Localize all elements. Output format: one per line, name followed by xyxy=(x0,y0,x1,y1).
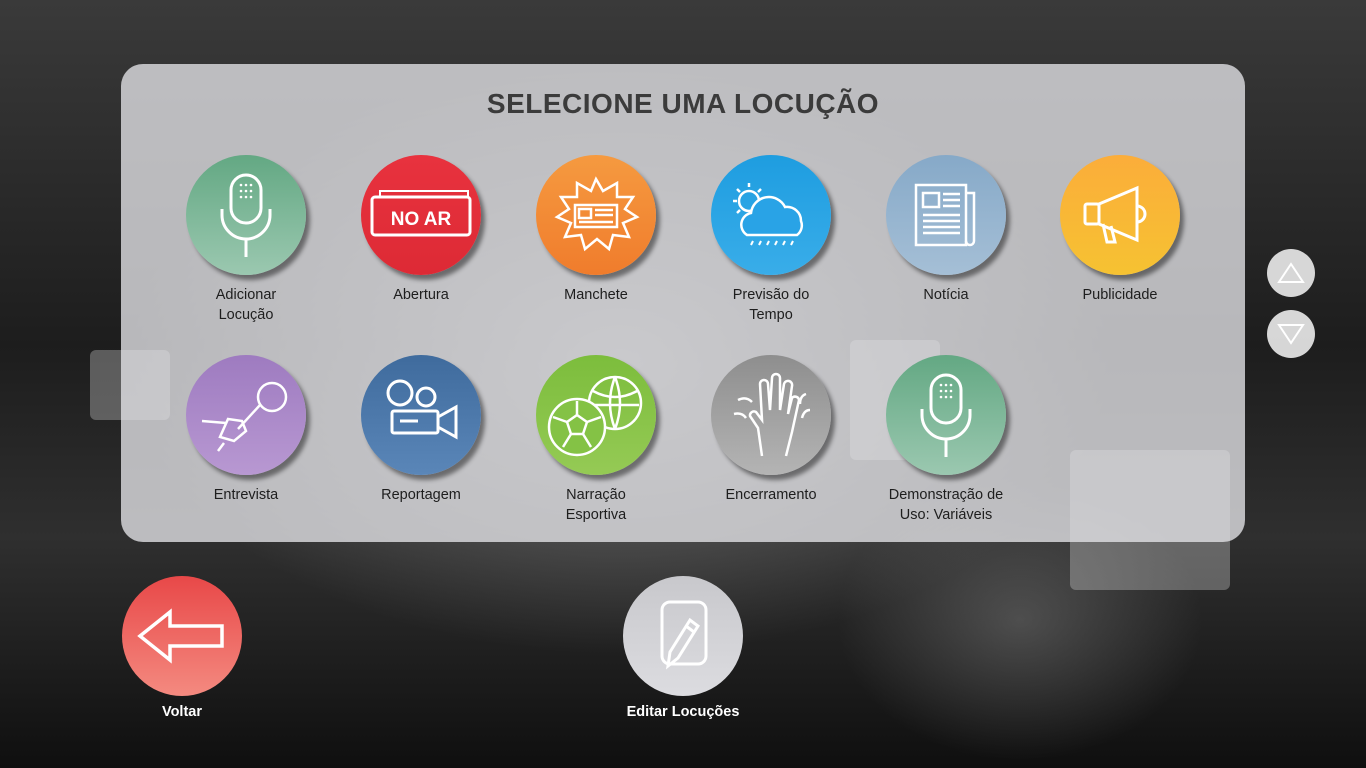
video-camera-icon xyxy=(361,355,481,475)
tile-noticia[interactable]: Notícia xyxy=(858,155,1034,305)
back-button-label: Voltar xyxy=(161,704,203,720)
tile-previsao-do-tempo[interactable]: Previsão do Tempo xyxy=(683,155,859,325)
scroll-down-button[interactable] xyxy=(1267,310,1315,358)
edit-locucoes-label: Editar Locuções xyxy=(626,704,740,720)
sports-balls-icon xyxy=(536,355,656,475)
tile-label: Publicidade xyxy=(1082,287,1158,303)
tile-encerramento[interactable]: Encerramento xyxy=(683,355,859,505)
tile-label: Entrevista xyxy=(213,487,279,503)
tile-abertura[interactable]: NO AR Abertura xyxy=(333,155,509,305)
microphone-icon xyxy=(186,155,306,275)
megaphone-icon xyxy=(1060,155,1180,275)
tile-label: Reportagem xyxy=(381,487,461,503)
tile-label: Adicionar Locução xyxy=(215,287,277,323)
tile-demonstracao-de-uso[interactable]: Demonstração de Uso: Variáveis xyxy=(858,355,1034,525)
triangle-down-icon xyxy=(1277,324,1305,345)
on-air-sign-icon: NO AR xyxy=(361,155,481,275)
scroll-up-button[interactable] xyxy=(1267,249,1315,297)
on-air-text: NO AR xyxy=(391,209,452,230)
tile-label: Notícia xyxy=(923,287,969,303)
headline-burst-icon xyxy=(536,155,656,275)
tile-manchete[interactable]: Manchete xyxy=(508,155,684,305)
tile-label: Manchete xyxy=(564,287,628,303)
weather-cloud-icon xyxy=(711,155,831,275)
interview-mic-icon xyxy=(186,355,306,475)
tile-publicidade[interactable]: Publicidade xyxy=(1032,155,1208,305)
waving-hand-icon xyxy=(711,355,831,475)
tile-adicionar-locucao[interactable]: Adicionar Locução xyxy=(158,155,334,325)
triangle-up-icon xyxy=(1277,262,1305,283)
tile-label: Encerramento xyxy=(725,487,817,503)
tile-label: Previsão do Tempo xyxy=(732,287,810,323)
newspaper-icon xyxy=(886,155,1006,275)
microphone-icon xyxy=(886,355,1006,475)
tile-label: Demonstração de Uso: Variáveis xyxy=(888,487,1004,523)
back-button[interactable]: Voltar xyxy=(82,576,282,720)
arrow-left-icon xyxy=(122,576,242,696)
edit-locucoes-button[interactable]: Editar Locuções xyxy=(583,576,783,720)
page-title: SELECIONE UMA LOCUÇÃO xyxy=(486,88,880,119)
tile-narracao-esportiva[interactable]: Narração Esportiva xyxy=(508,355,684,525)
tile-reportagem[interactable]: Reportagem xyxy=(333,355,509,505)
tile-entrevista[interactable]: Entrevista xyxy=(158,355,334,505)
edit-document-icon xyxy=(623,576,743,696)
tile-label: Narração Esportiva xyxy=(565,487,627,523)
tile-label: Abertura xyxy=(393,287,449,303)
